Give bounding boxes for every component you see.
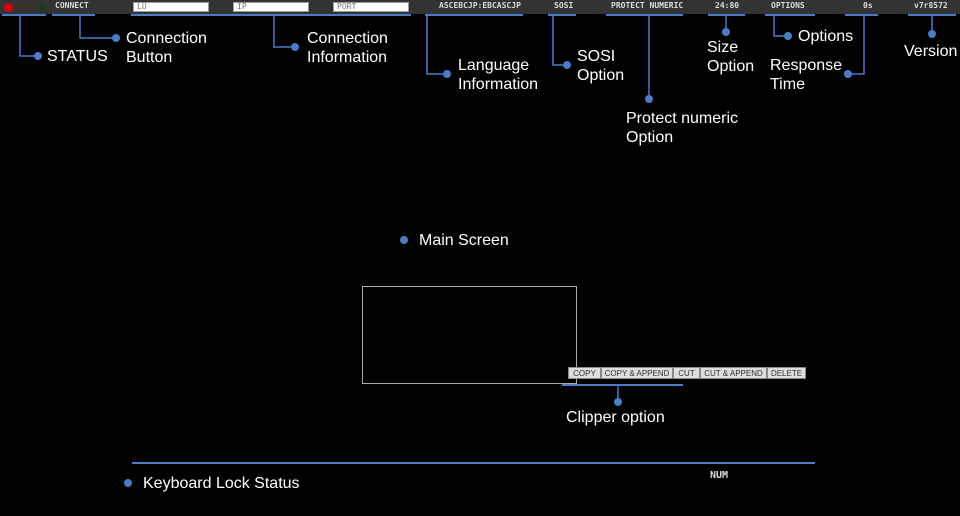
delete-button[interactable]: DELETE <box>767 367 806 379</box>
clipper-selection[interactable] <box>362 286 577 384</box>
label-clipper: Clipper option <box>566 409 665 426</box>
label-options: Options <box>798 28 854 45</box>
label-main-screen: Main Screen <box>419 232 509 249</box>
num-lock-indicator: NUM <box>710 470 729 481</box>
cut-button[interactable]: CUT <box>673 367 700 379</box>
label-sosi: SOSI Option <box>577 48 625 84</box>
label-keyboard-lock: Keyboard Lock Status <box>143 475 300 492</box>
label-response-time: Response Time <box>770 57 843 93</box>
copy-button[interactable]: COPY <box>568 367 601 379</box>
label-connection-button: Connection Button <box>126 30 207 66</box>
label-connection-info: Connection Information <box>307 30 388 66</box>
label-protect-numeric: Protect numeric Option <box>626 110 739 146</box>
label-version: Version <box>904 43 958 60</box>
label-status: STATUS <box>47 48 108 65</box>
copy-append-button[interactable]: COPY & APPEND <box>601 367 673 379</box>
label-language-info: Language Information <box>458 57 539 93</box>
label-size: Size Option <box>707 39 755 75</box>
cut-append-button[interactable]: CUT & APPEND <box>700 367 767 379</box>
